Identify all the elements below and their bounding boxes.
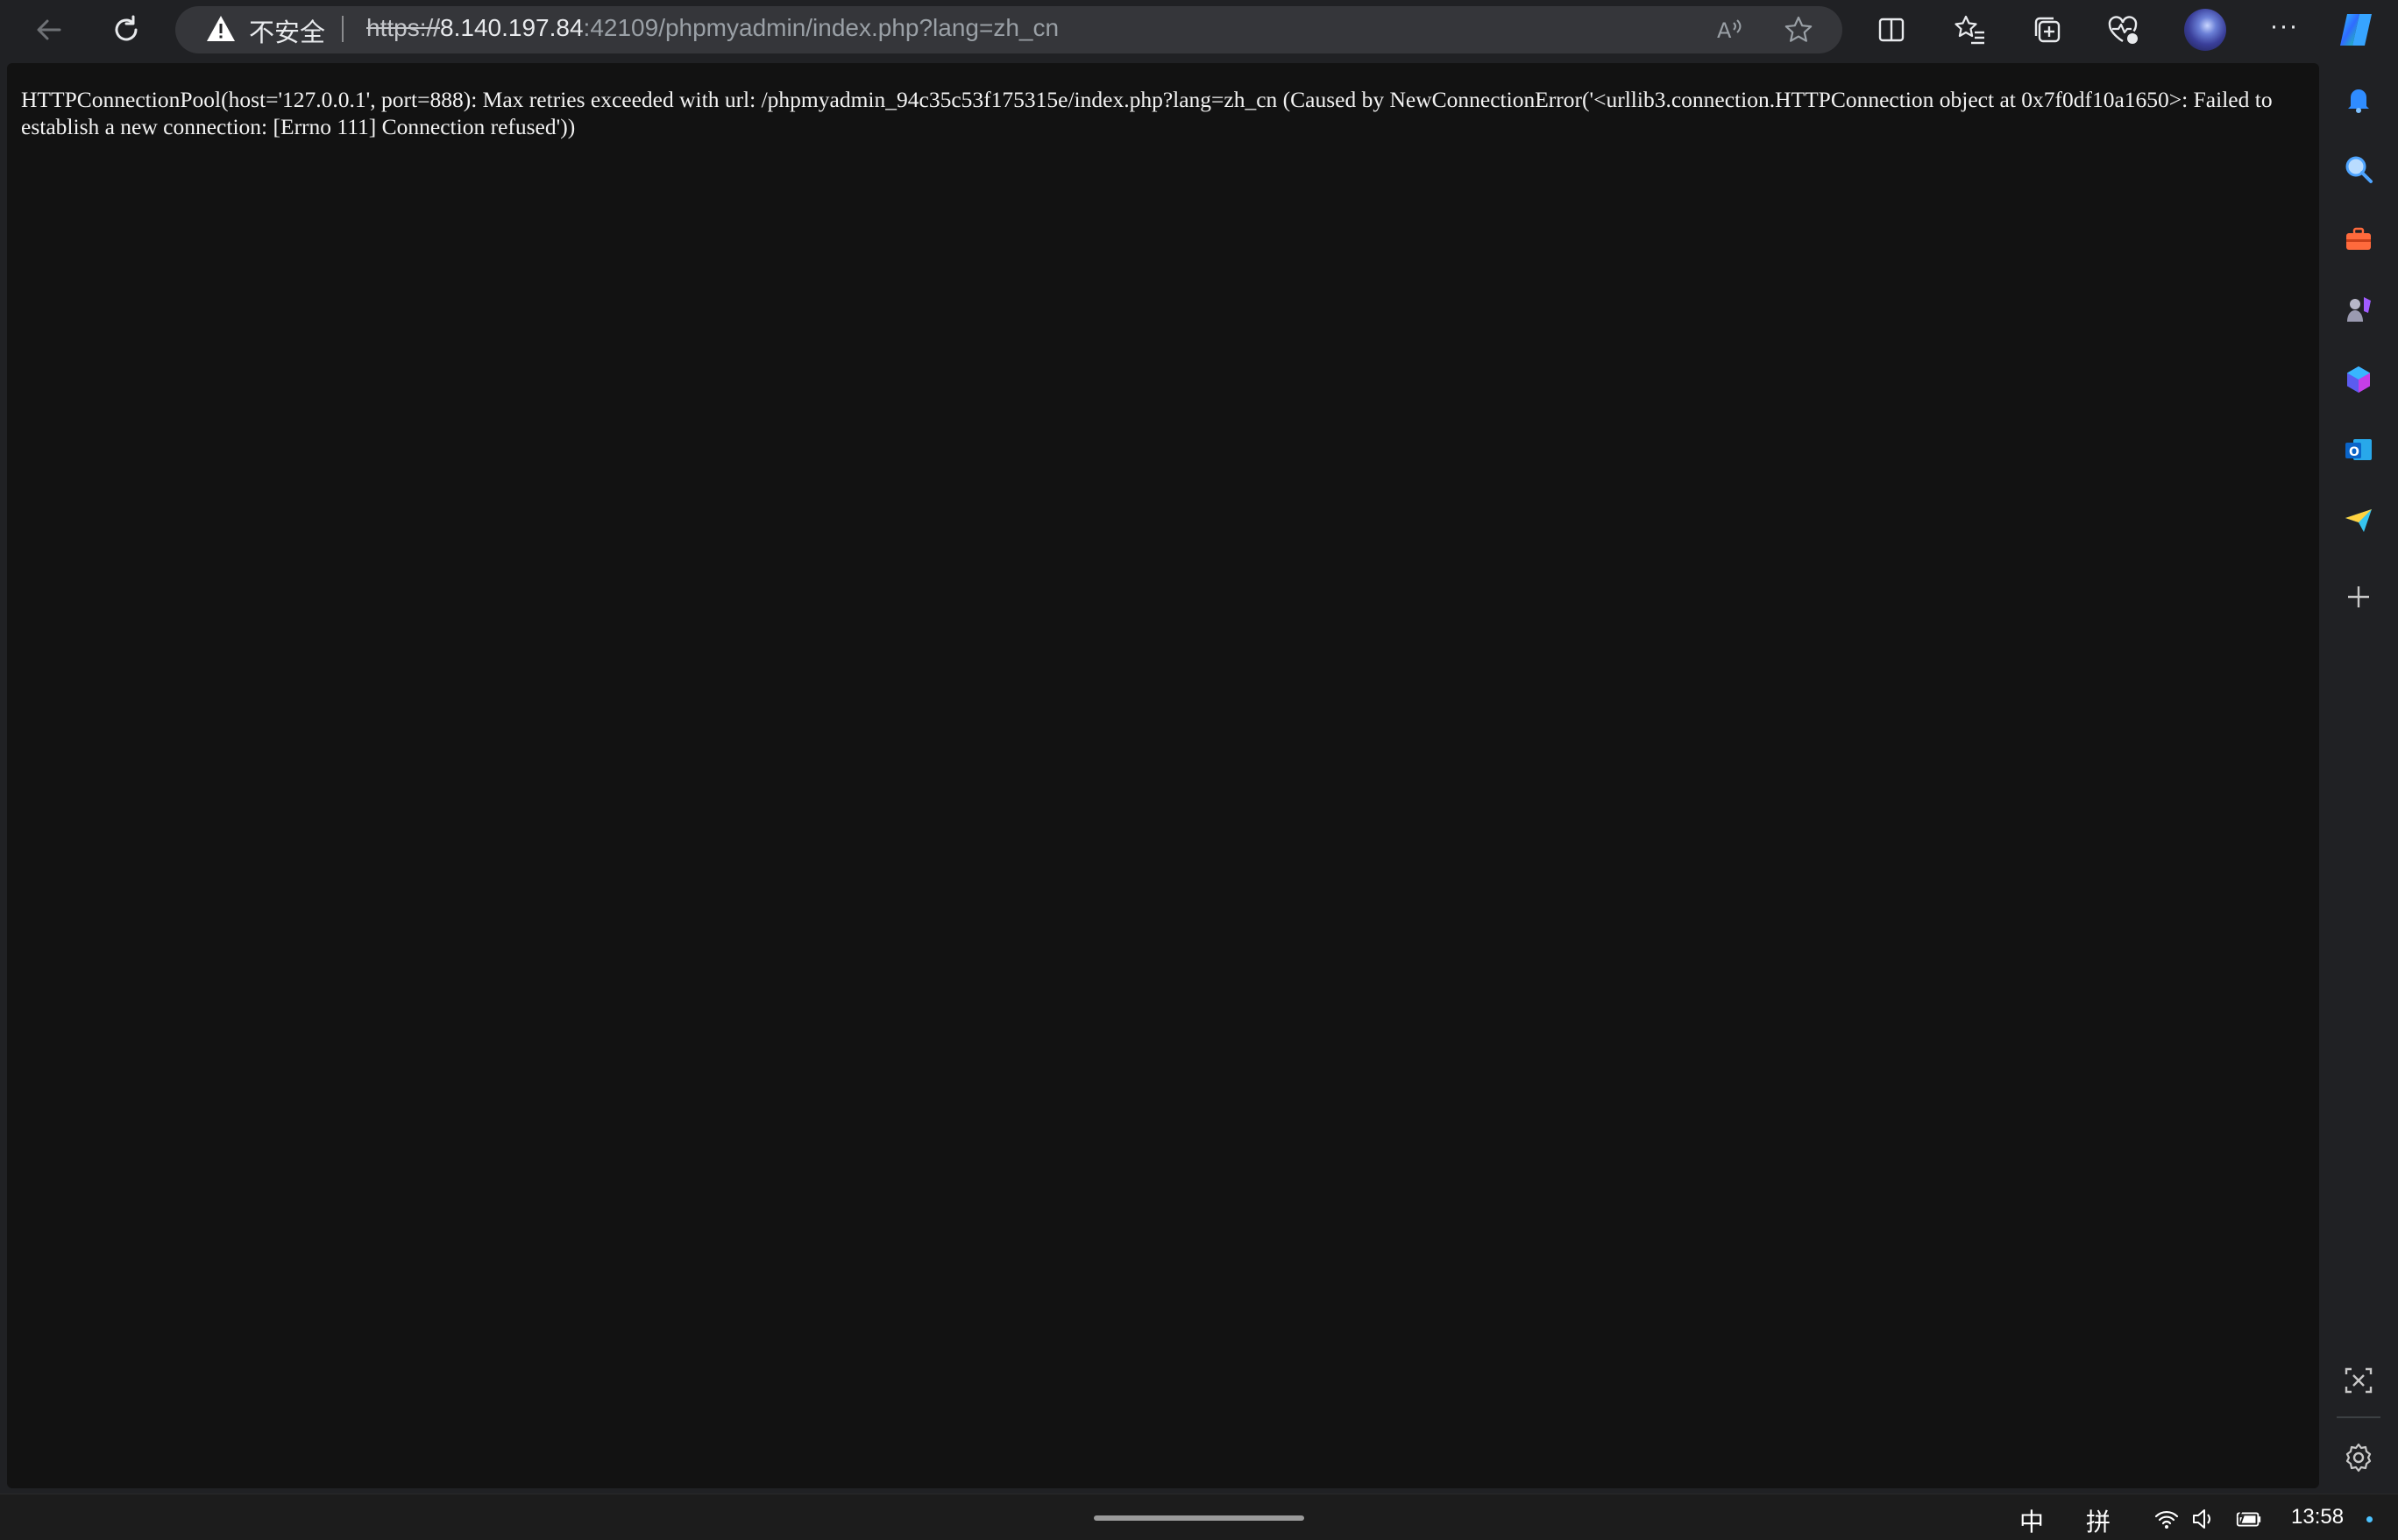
security-status-label[interactable]: 不安全	[249, 12, 325, 49]
outlook-icon[interactable]: O	[2340, 431, 2377, 468]
more-icon[interactable]: ···	[2265, 11, 2303, 49]
notification-dot	[2366, 1516, 2373, 1522]
collections-icon[interactable]	[2028, 11, 2067, 49]
battery-icon[interactable]	[2235, 1505, 2263, 1533]
avatar[interactable]	[2184, 9, 2226, 51]
split-screen-icon[interactable]	[1872, 11, 1911, 49]
games-icon[interactable]	[2340, 291, 2377, 328]
url-scheme: https://	[366, 14, 441, 41]
microsoft365-icon[interactable]	[2340, 361, 2377, 398]
plus-icon[interactable]	[2340, 578, 2377, 615]
url-host: 8.140.197.84	[440, 14, 584, 41]
screenshot-icon[interactable]	[2340, 1362, 2377, 1399]
star-icon[interactable]	[1781, 12, 1816, 47]
taskbar-handle[interactable]	[1094, 1515, 1304, 1521]
url-text[interactable]: https://8.140.197.84:42109/phpmyadmin/in…	[366, 14, 1059, 42]
address-separator	[342, 16, 344, 42]
bell-icon[interactable]	[2340, 81, 2377, 117]
favorites-icon[interactable]	[1951, 11, 1990, 49]
clock[interactable]: 13:58	[2291, 1505, 2344, 1529]
toolbox-icon[interactable]	[2340, 221, 2377, 258]
copilot-icon[interactable]	[2335, 9, 2377, 51]
edge-sidebar: O	[2319, 60, 2398, 1494]
read-aloud-icon[interactable]: A	[1713, 12, 1748, 47]
taskbar: 中 拼 13:58	[0, 1494, 2398, 1540]
heart-pulse-icon[interactable]	[2104, 11, 2142, 49]
warning-icon[interactable]	[205, 13, 237, 45]
svg-text:O: O	[2349, 445, 2359, 459]
volume-icon[interactable]	[2189, 1505, 2217, 1533]
wifi-icon[interactable]	[2153, 1505, 2181, 1533]
ime-layout-indicator[interactable]: 拼	[2086, 1503, 2111, 1538]
browser-toolbar: 不安全 https://8.140.197.84:42109/phpmyadmi…	[0, 0, 2398, 60]
page-content: HTTPConnectionPool(host='127.0.0.1', por…	[7, 63, 2319, 1488]
search-icon[interactable]	[2340, 151, 2377, 188]
ime-mode-indicator[interactable]: 中	[2019, 1503, 2044, 1538]
settings-icon[interactable]	[2340, 1439, 2377, 1476]
error-message: HTTPConnectionPool(host='127.0.0.1', por…	[21, 87, 2278, 139]
svg-text:A: A	[1717, 18, 1732, 43]
refresh-icon[interactable]	[105, 9, 147, 51]
url-path: :42109/phpmyadmin/index.php?lang=zh_cn	[583, 14, 1060, 41]
sidebar-divider	[2337, 1416, 2380, 1418]
back-arrow-icon[interactable]	[28, 9, 70, 51]
send-icon[interactable]	[2340, 501, 2377, 538]
